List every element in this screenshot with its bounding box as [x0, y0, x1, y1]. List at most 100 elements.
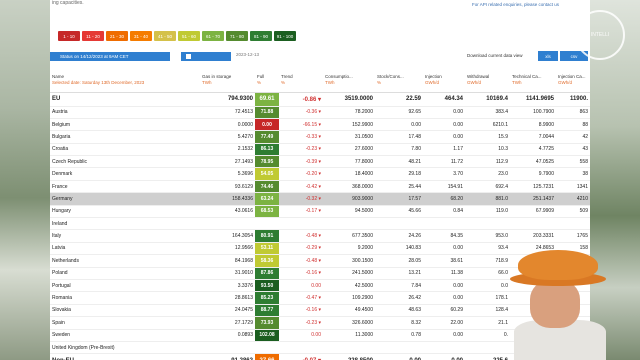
table-row[interactable]: Austria 72.4513 71.88 -0.36 ▾ 78.2000 92.65 0.…: [50, 106, 590, 119]
country-name[interactable]: Bulgaria: [50, 130, 200, 144]
stock-value: 26.42: [375, 291, 423, 305]
col-gas[interactable]: Gas in storage TWh: [200, 72, 255, 93]
country-name[interactable]: Non-EU: [50, 353, 200, 360]
table-row[interactable]: Denmark 5.3696 54.05 -0.20 ▾ 18.4000 29.18 3.7…: [50, 167, 590, 181]
country-name[interactable]: Germany: [50, 192, 200, 206]
trend-value: -0.23 ▾: [279, 316, 323, 330]
technical-value: 125.7231: [510, 180, 556, 194]
trend-value: -0.16 ▾: [279, 267, 323, 280]
table-row[interactable]: Sweden 0.0893 102.08 0.00 11.3000 0.78 0.00 0.: [50, 329, 590, 342]
legend-chip: 91 - 100: [274, 31, 296, 41]
consumption-value: 49.4500: [323, 304, 375, 318]
country-name[interactable]: Portugal: [50, 279, 200, 293]
col-technical[interactable]: Technical Ca... TWh: [510, 72, 556, 93]
stock-value: 29.18: [375, 167, 423, 181]
legend-chip: 11 - 20: [82, 31, 104, 41]
injection-value: [423, 217, 465, 231]
country-name[interactable]: United Kingdom (Pre-Brexit): [50, 341, 200, 355]
gas-value: 12.9566: [200, 242, 255, 256]
calendar-button[interactable]: [181, 52, 231, 61]
table-row[interactable]: Croatia 2.1532 86.13 -0.23 ▾ 27.6000 7.80 1.17…: [50, 143, 590, 157]
country-name[interactable]: Italy: [50, 229, 200, 243]
gas-value: 31.9010: [200, 267, 255, 280]
table-row[interactable]: Non-EU91.286227.66-0.07 ▾228.85000.000.0…: [50, 353, 590, 360]
channel-logo: INTELLI: [575, 10, 625, 60]
col-full[interactable]: Full%: [255, 72, 279, 93]
api-contact-link[interactable]: For API related enquiries, please contac…: [472, 2, 587, 7]
consumption-value: 77.8000: [323, 155, 375, 169]
table-row[interactable]: EU 794.9300 69.61 -0.86 ▾ 3519.0000 22.59 464.…: [50, 92, 590, 107]
table-row[interactable]: Latvia 12.9566 53.11 -0.29 ▾ 9.2000 140.83 0.0…: [50, 242, 590, 256]
withdrawal-value: 6210.1: [465, 118, 510, 132]
top-note: ing capacities.: [52, 0, 84, 6]
country-name[interactable]: Netherlands: [50, 254, 200, 268]
stock-value: 17.57: [375, 192, 423, 206]
withdrawal-value: 225.6: [465, 353, 510, 360]
table-row[interactable]: Romania 28.8613 85.23 -0.47 ▾ 109.2900 26.42 0…: [50, 291, 590, 305]
table-row[interactable]: Czech Republic 27.1493 78.95 -0.39 ▾ 77.8000…: [50, 155, 590, 169]
country-name[interactable]: Austria: [50, 106, 200, 119]
status-button[interactable]: Status on 14/12/2023 at 9AM CET: [50, 52, 170, 61]
table-row[interactable]: United Kingdom (Pre-Brexit): [50, 341, 590, 355]
withdrawal-value: [465, 341, 510, 355]
withdrawal-value: 23.0: [465, 167, 510, 181]
full-percent: 78.95: [255, 155, 279, 169]
stock-value: 45.66: [375, 205, 423, 219]
trend-value: -0.86 ▾: [279, 92, 323, 107]
download-label: Download current data view: [467, 53, 523, 58]
table-row[interactable]: Hungary 43.0616 68.53 -0.17 ▾ 94.5000 45.66 0.…: [50, 205, 590, 219]
country-name[interactable]: Poland: [50, 267, 200, 280]
table-row[interactable]: Netherlands 84.1968 58.36 -0.48 ▾ 300.1500 28…: [50, 254, 590, 268]
table-row[interactable]: Ireland: [50, 217, 590, 231]
table-row[interactable]: Germany 158.4336 63.24 -0.32 ▾ 903.9000 17.57…: [50, 192, 590, 206]
col-consumption[interactable]: Consumptio... TWh: [323, 72, 375, 93]
col-withdrawal[interactable]: Withdrawal GWh/d: [465, 72, 510, 93]
country-name[interactable]: Spain: [50, 316, 200, 330]
technical-value: 47.0525: [510, 155, 556, 169]
download-xls-button[interactable]: xls: [538, 51, 558, 61]
table-row[interactable]: Poland 31.9010 87.86 -0.16 ▾ 241.5000 13.21 11…: [50, 267, 590, 280]
technical-value: 9.7900: [510, 167, 556, 181]
col-name[interactable]: Name Selected date: Saturday 13th Decembe…: [50, 72, 200, 93]
col-stock[interactable]: Stock/Cons...%: [375, 72, 423, 93]
country-name[interactable]: Czech Republic: [50, 155, 200, 169]
table-row[interactable]: Italy 164.3054 80.91 -0.48 ▾ 677.3500 24.26 84…: [50, 229, 590, 243]
col-injcap[interactable]: Injection Ca... GWh/d: [556, 72, 590, 93]
consumption-value: 326.6000: [323, 316, 375, 330]
table-row[interactable]: Spain 27.1729 73.93 -0.23 ▾ 326.6000 8.32 22.0…: [50, 316, 590, 330]
date-input[interactable]: 2023-12-13: [236, 52, 259, 57]
consumption-value: 11.3000: [323, 329, 375, 342]
country-name[interactable]: Belgium: [50, 118, 200, 132]
table-row[interactable]: Bulgaria 5.4270 77.49 -0.33 ▾ 31.0500 17.48 0.…: [50, 130, 590, 144]
country-name[interactable]: EU: [50, 92, 200, 107]
gas-value: 72.4513: [200, 106, 255, 119]
injection-value: 11.38: [423, 267, 465, 280]
trend-value: -0.48 ▾: [279, 229, 323, 243]
stock-value: 48.63: [375, 304, 423, 318]
withdrawal-value: 881.0: [465, 192, 510, 206]
country-name[interactable]: Croatia: [50, 143, 200, 157]
col-trend[interactable]: Trend%: [279, 72, 323, 93]
table-row[interactable]: Belgium 0.0000 0.00 -66.15 ▾ 152.9900 0.00 0.0…: [50, 118, 590, 132]
full-percent: 54.05: [255, 167, 279, 181]
country-name[interactable]: Romania: [50, 291, 200, 305]
stock-value: 17.48: [375, 130, 423, 144]
country-name[interactable]: Sweden: [50, 329, 200, 342]
country-name[interactable]: Denmark: [50, 167, 200, 181]
gas-value: 0.0000: [200, 118, 255, 132]
country-name[interactable]: Ireland: [50, 217, 200, 231]
country-name[interactable]: Hungary: [50, 205, 200, 219]
legend-chip: 81 - 90: [250, 31, 272, 41]
storage-page: ing capacities. For API related enquirie…: [50, 0, 590, 360]
consumption-value: 31.0500: [323, 130, 375, 144]
table-row[interactable]: Slovakia 24.0475 88.77 -0.16 ▾ 49.4500 48.63 6…: [50, 304, 590, 318]
trend-value: -66.15 ▾: [279, 118, 323, 132]
country-name[interactable]: Slovakia: [50, 304, 200, 318]
legend-chip: 41 - 50: [154, 31, 176, 41]
country-name[interactable]: France: [50, 180, 200, 194]
country-name[interactable]: Latvia: [50, 242, 200, 256]
col-injection[interactable]: Injection GWh/d: [423, 72, 465, 93]
full-percent: 58.36: [255, 254, 279, 268]
table-row[interactable]: Portugal 3.3376 93.50 0.00 42.5000 7.84 0.00 0.…: [50, 279, 590, 293]
table-row[interactable]: France 93.6129 74.46 -0.42 ▾ 368.0000 25.44 15…: [50, 180, 590, 194]
